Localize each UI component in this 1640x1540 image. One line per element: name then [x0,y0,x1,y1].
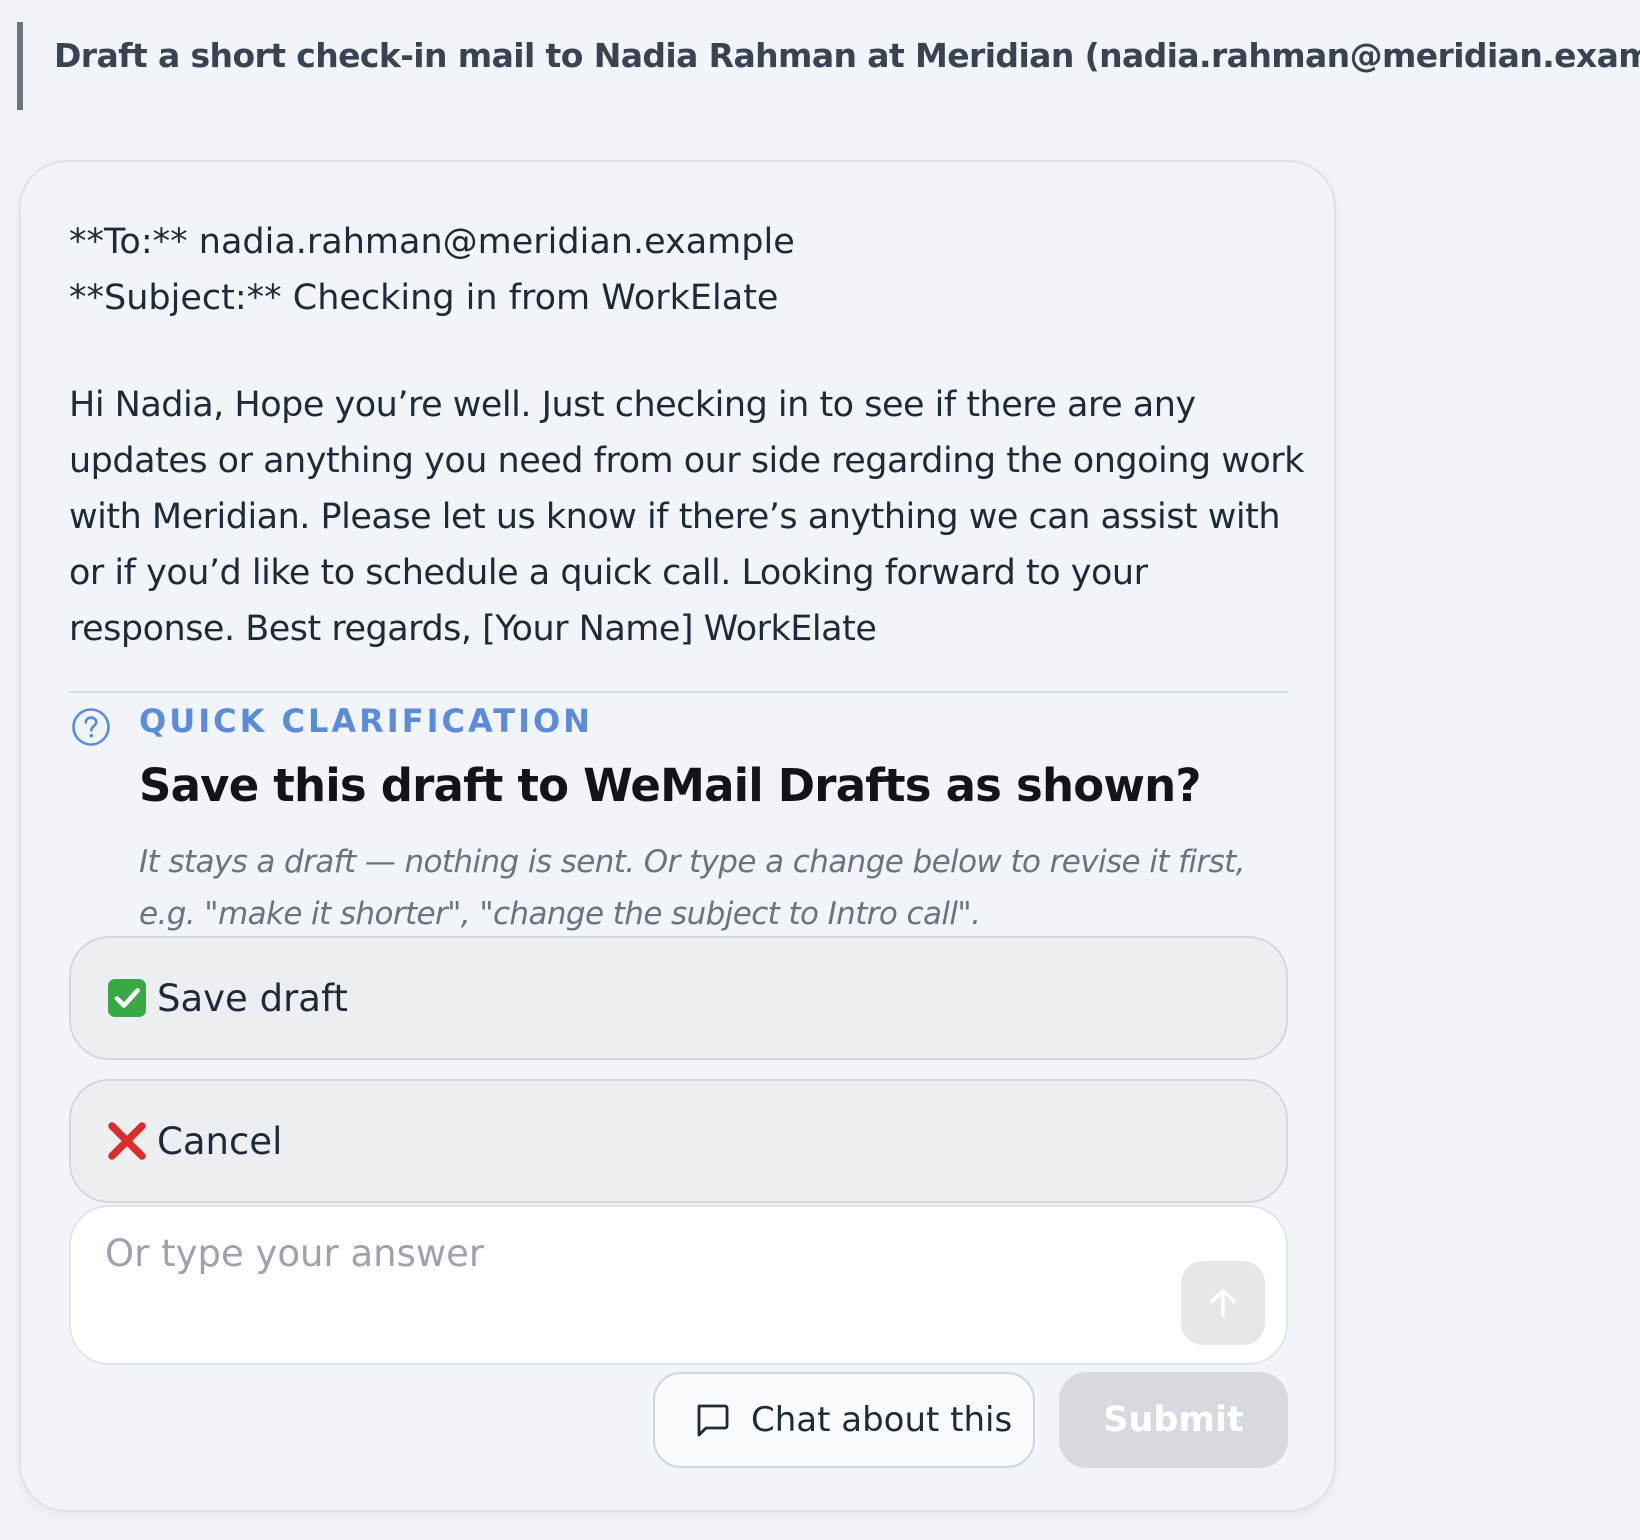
email-header: **To:** nadia.rahman@meridian.example **… [69,214,795,326]
submit-button[interactable]: Submit [1059,1372,1288,1468]
prompt-text: Draft a short check-in mail to Nadia Rah… [54,35,1640,75]
divider [69,691,1288,693]
email-body: Hi Nadia, Hope you’re well. Just checkin… [69,385,1304,649]
chat-about-this-label: Chat about this [751,1400,1013,1440]
chat-about-this-button[interactable]: Chat about this [653,1372,1035,1468]
arrow-up-icon [1210,1288,1236,1318]
clarification-hint: It stays a draft — nothing is sent. Or t… [139,844,1246,932]
email-subject-line: **Subject:** Checking in from WorkElate [69,278,779,318]
user-prompt: Draft a short check-in mail to Nadia Rah… [17,22,1640,110]
cancel-option[interactable]: Cancel [69,1079,1288,1203]
cross-mark-icon [108,1122,146,1160]
submit-label: Submit [1103,1400,1244,1440]
draft-card: **To:** nadia.rahman@meridian.example **… [19,160,1336,1512]
save-draft-option[interactable]: Save draft [69,936,1288,1060]
question-circle-icon [72,708,110,746]
answer-box [69,1205,1288,1365]
cancel-label: Cancel [157,1119,283,1163]
send-button[interactable] [1181,1261,1265,1345]
save-draft-label: Save draft [157,976,348,1020]
answer-input[interactable] [105,1223,1145,1283]
chat-bubble-icon [697,1404,729,1437]
check-mark-button-icon [108,979,146,1017]
clarification-question: Save this draft to WeMail Drafts as show… [139,759,1201,812]
clarification-label: QUICK CLARIFICATION [139,702,593,740]
email-to-line: **To:** nadia.rahman@meridian.example [69,222,795,262]
